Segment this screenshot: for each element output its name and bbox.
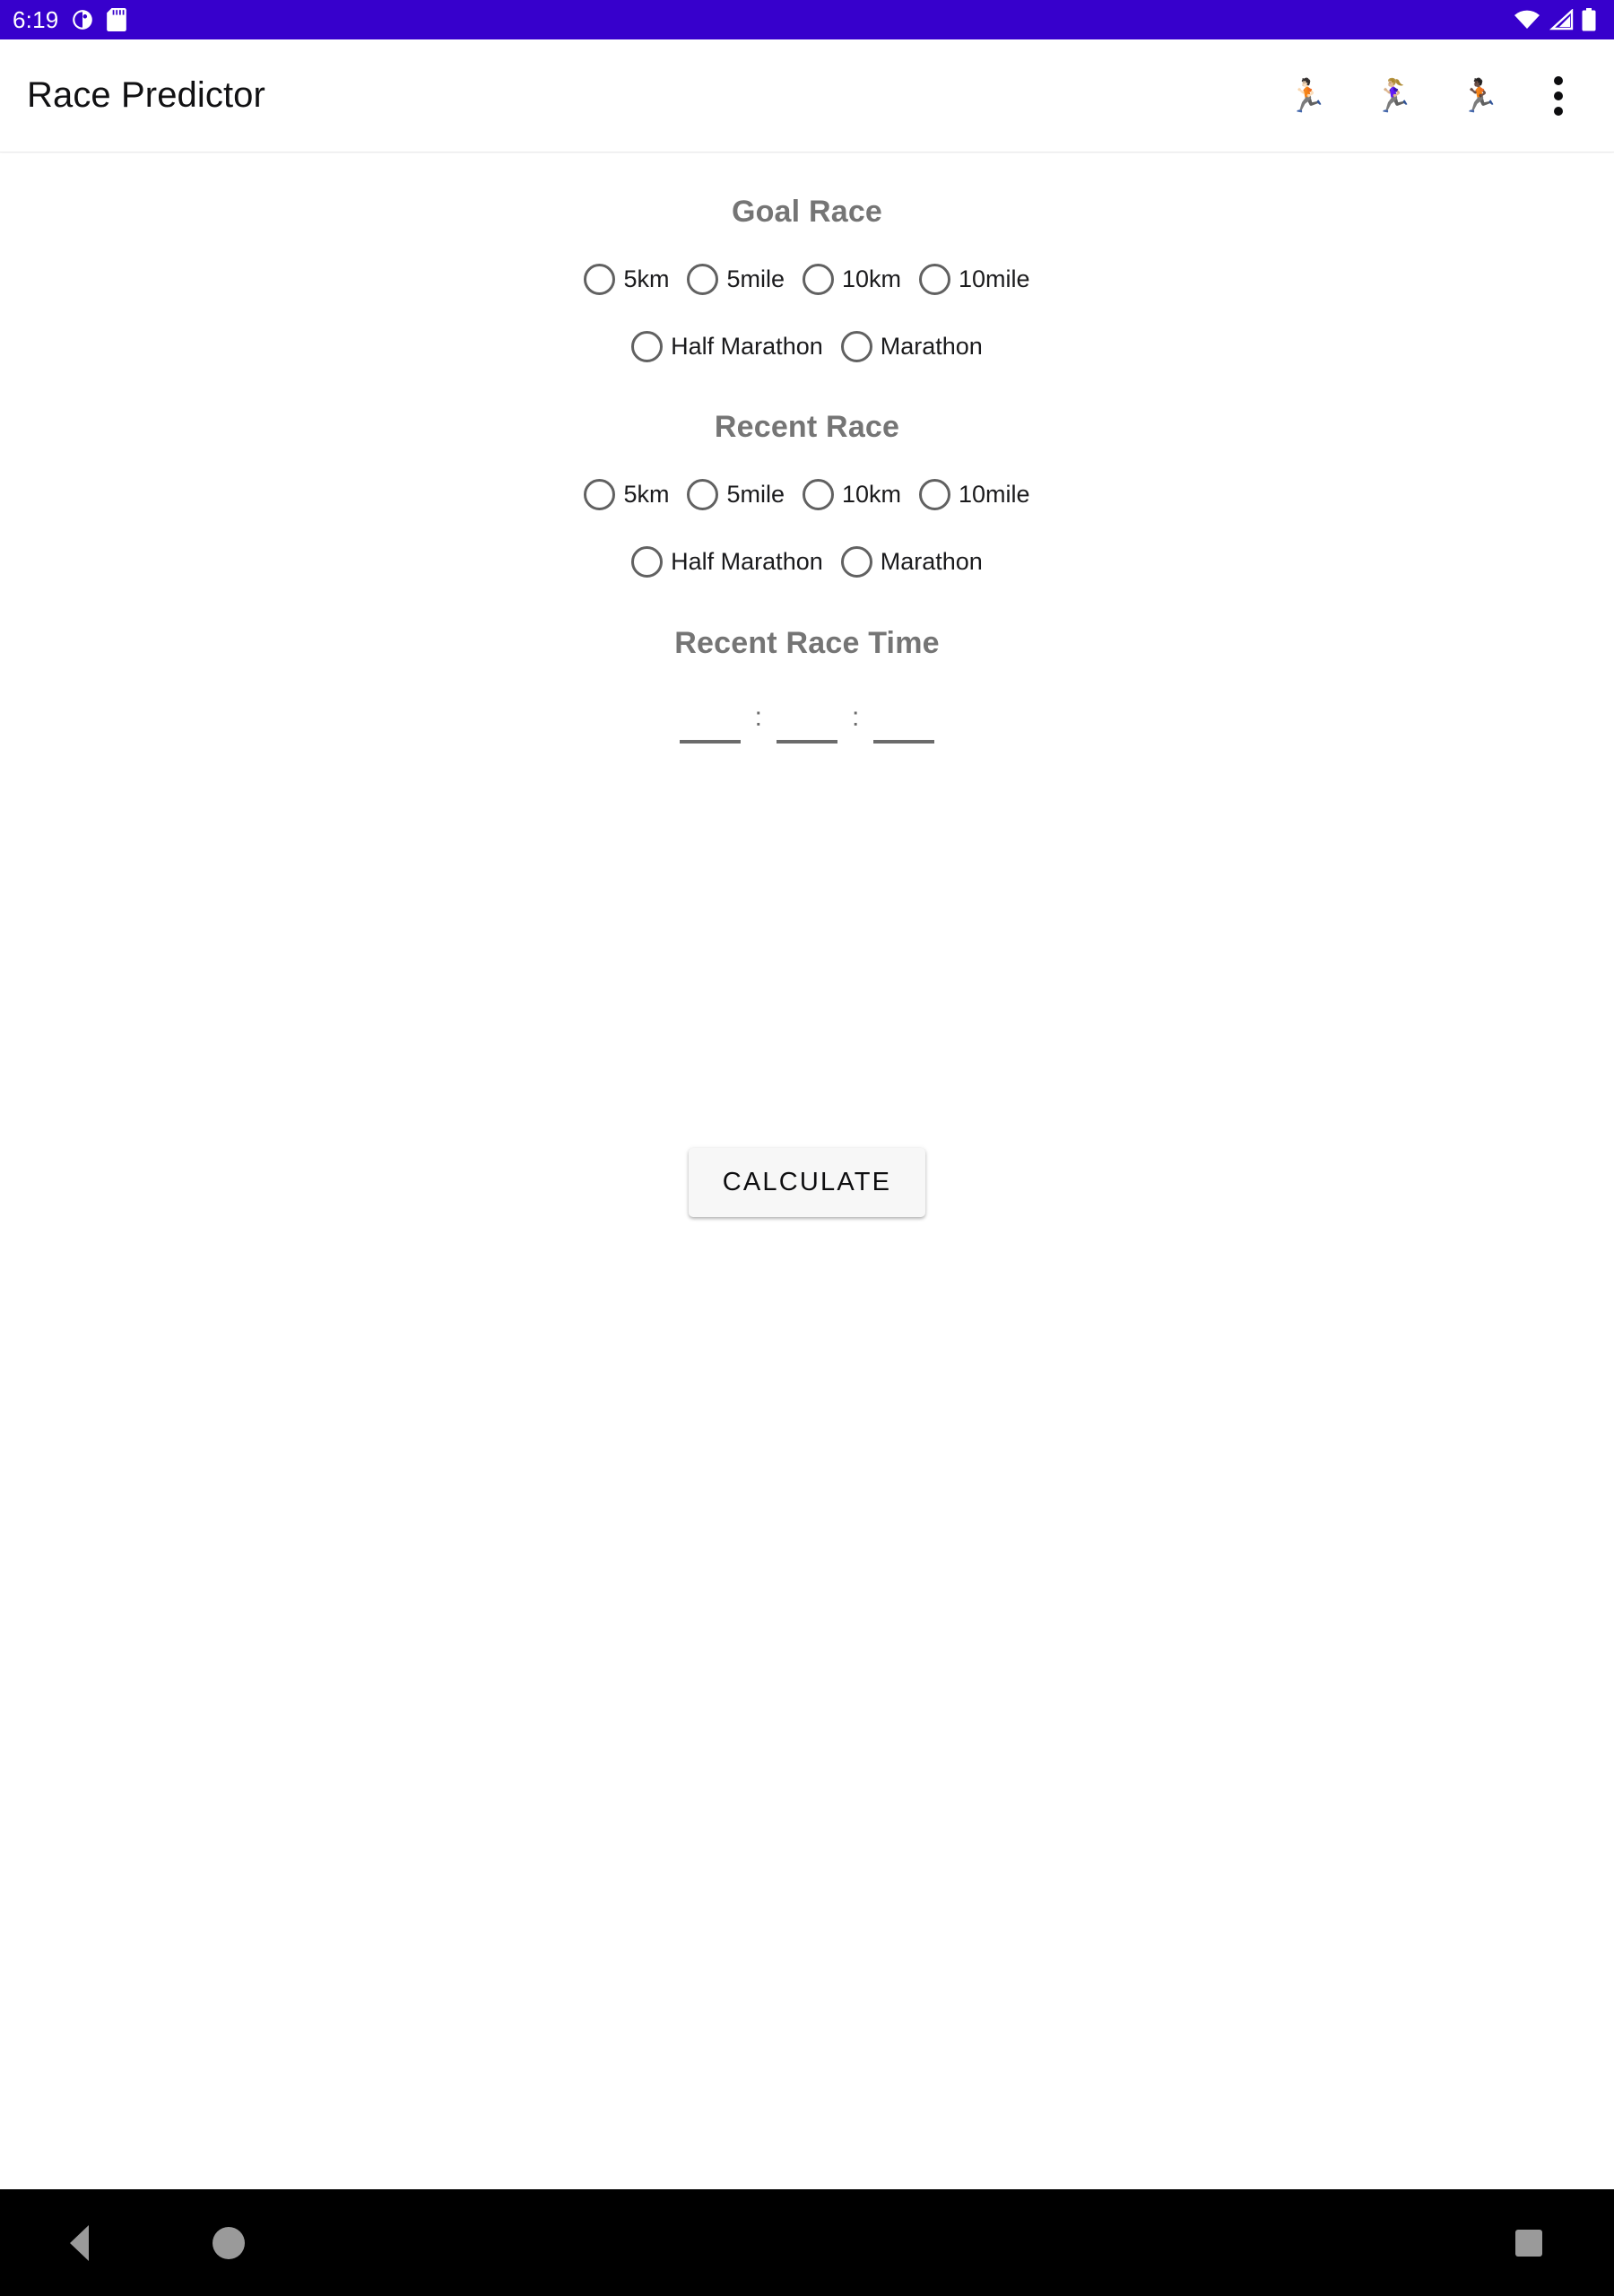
radio-recent-5mile[interactable]: 5mile [687,479,803,510]
status-clock: 6:19 [13,5,59,33]
status-bar-left: 6:19 [13,5,127,34]
recent-race-heading: Recent Race [714,410,900,444]
radio-goal-5km[interactable]: 5km [584,264,687,295]
radio-recent-10km[interactable]: 10km [802,479,919,510]
main-content: Goal Race 5km 5mile 10km 10mile Half Mar… [0,153,1614,2189]
radio-circle-icon [919,264,951,295]
cell-signal-icon [1549,9,1574,30]
radio-recent-5km[interactable]: 5km [584,479,687,510]
status-bar: 6:19 [0,0,1614,39]
radio-circle-icon [584,479,616,510]
radio-circle-icon [687,264,719,295]
battery-icon [1582,8,1596,31]
radio-recent-marathon[interactable]: Marathon [840,546,983,578]
radio-goal-10km[interactable]: 10km [802,264,919,295]
recent-race-options-row-2: Half Marathon Marathon [0,546,1614,578]
home-button-icon[interactable] [213,2226,245,2259]
seconds-input[interactable] [873,686,935,744]
radio-goal-half-marathon[interactable]: Half Marathon [631,331,841,362]
radio-recent-10mile[interactable]: 10mile [919,479,1030,510]
runner-man-light-icon[interactable]: 🏃🏻 [1264,53,1350,139]
radio-label: 5mile [726,481,785,508]
radio-label: 10mile [959,265,1030,292]
radio-circle-icon [919,479,951,510]
radio-circle-icon [631,331,664,362]
goal-race-options-row-2: Half Marathon Marathon [0,331,1614,362]
recent-race-time-heading: Recent Race Time [674,626,940,660]
goal-race-heading: Goal Race [731,195,883,229]
time-separator: : [852,702,860,732]
radio-circle-icon [802,479,834,510]
wifi-icon [1514,10,1540,29]
recent-apps-button-icon[interactable] [1515,2229,1542,2257]
sd-card-icon [107,8,127,31]
radio-label: 5mile [726,265,785,292]
radio-recent-half-marathon[interactable]: Half Marathon [631,546,841,578]
hours-input[interactable] [679,686,741,744]
radio-label: 10km [841,265,902,292]
radio-circle-icon [631,546,664,578]
app-notification-icon [73,10,93,30]
radio-label: Half Marathon [671,333,823,360]
runner-woman-icon[interactable]: 🏃🏼‍♀️ [1350,53,1436,139]
radio-goal-10mile[interactable]: 10mile [919,264,1030,295]
radio-label: Half Marathon [671,548,823,575]
radio-label: 5km [623,481,670,508]
radio-circle-icon [840,331,872,362]
radio-circle-icon [687,479,719,510]
minutes-input[interactable] [777,686,837,744]
radio-label: 10km [841,481,902,508]
radio-goal-5mile[interactable]: 5mile [687,264,803,295]
radio-label: Marathon [880,548,983,575]
system-navigation-bar [0,2189,1614,2296]
app-bar: Race Predictor 🏃🏻 🏃🏼‍♀️ 🏃🏿 [0,39,1614,152]
status-bar-right [1514,8,1601,31]
radio-label: Marathon [880,333,983,360]
radio-circle-icon [584,264,616,295]
radio-label: 10mile [959,481,1030,508]
radio-circle-icon [840,546,872,578]
radio-label: 5km [623,265,670,292]
calculate-button[interactable]: CALCULATE [688,1148,926,1217]
radio-goal-marathon[interactable]: Marathon [840,331,983,362]
radio-circle-icon [802,264,834,295]
back-button-icon[interactable] [70,2224,89,2261]
calculate-button-wrapper: CALCULATE [0,1148,1614,1217]
recent-race-options-row-1: 5km 5mile 10km 10mile [0,479,1614,510]
runner-man-dark-icon[interactable]: 🏃🏿 [1436,53,1523,139]
goal-race-options-row-1: 5km 5mile 10km 10mile [0,264,1614,295]
overflow-menu-icon[interactable] [1523,53,1594,139]
time-separator: : [754,702,762,732]
app-bar-actions: 🏃🏻 🏃🏼‍♀️ 🏃🏿 [1264,53,1594,139]
recent-race-time-inputs: : : [0,686,1614,744]
page-title: Race Predictor [27,75,265,115]
